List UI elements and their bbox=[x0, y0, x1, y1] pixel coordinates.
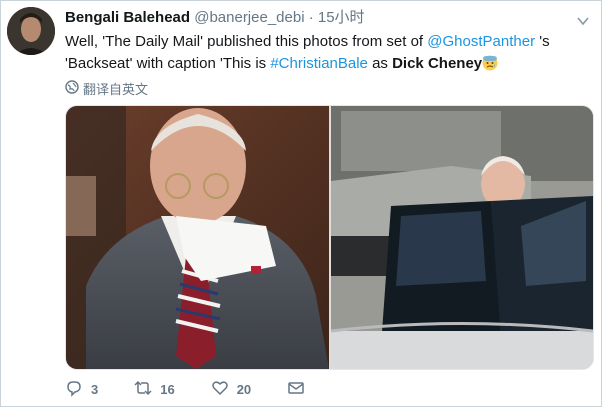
separator: · bbox=[308, 9, 314, 26]
reply-icon bbox=[65, 379, 83, 400]
tweet-card[interactable]: Bengali Balehead @banerjee_debi · 15小时 W… bbox=[0, 0, 602, 407]
reply-count: 3 bbox=[91, 382, 99, 397]
reply-button[interactable]: 3 bbox=[65, 379, 98, 400]
mail-icon bbox=[287, 379, 305, 400]
anxious-face-emoji bbox=[482, 55, 498, 71]
translate-link[interactable]: 翻译自英文 bbox=[65, 79, 148, 98]
tweet-header: Bengali Balehead @banerjee_debi · 15小时 bbox=[65, 9, 571, 27]
mention-link[interactable]: @GhostPanther bbox=[427, 33, 535, 50]
globe-icon bbox=[65, 79, 79, 98]
chevron-down-icon[interactable] bbox=[577, 13, 589, 26]
timestamp[interactable]: 15小时 bbox=[318, 9, 365, 26]
hashtag-link[interactable]: #ChristianBale bbox=[270, 55, 368, 72]
media-container[interactable] bbox=[65, 105, 594, 370]
text-segment: as bbox=[367, 55, 393, 72]
retweet-icon bbox=[134, 379, 152, 400]
action-bar: 3 16 20 bbox=[65, 379, 341, 400]
display-name[interactable]: Bengali Balehead bbox=[65, 9, 190, 26]
retweet-button[interactable]: 16 bbox=[134, 379, 175, 400]
like-button[interactable]: 20 bbox=[211, 379, 251, 400]
user-handle[interactable]: @banerjee_debi bbox=[194, 9, 304, 26]
dm-button[interactable] bbox=[287, 379, 305, 400]
photo-right[interactable] bbox=[331, 106, 593, 369]
bold-text: Dick Cheney bbox=[392, 55, 483, 72]
like-count: 20 bbox=[236, 382, 252, 397]
heart-icon bbox=[211, 379, 229, 400]
text-segment: Well, 'The Daily Mail' published this ph… bbox=[65, 33, 428, 50]
translate-label: 翻译自英文 bbox=[83, 83, 149, 98]
photo-left[interactable] bbox=[66, 106, 329, 369]
retweet-count: 16 bbox=[160, 382, 175, 397]
tweet-text: Well, 'The Daily Mail' published this ph… bbox=[65, 31, 565, 75]
avatar[interactable] bbox=[7, 7, 55, 55]
